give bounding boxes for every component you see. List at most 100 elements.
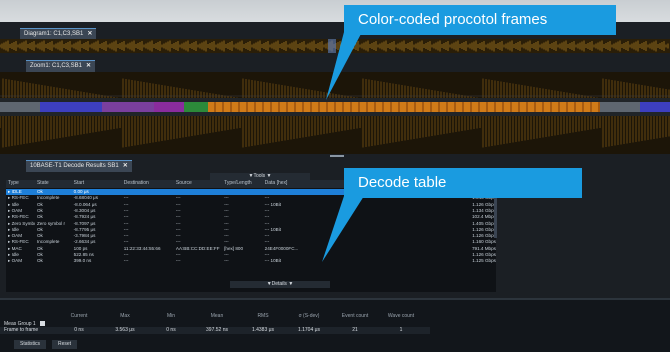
table-row[interactable]: ▸ Idle Ok -8.0.064 μs --- --- --- --- 10Bit 1.1… — [6, 202, 496, 208]
table-cell: --- — [175, 233, 181, 239]
settings-icon[interactable] — [40, 321, 46, 327]
reset-button[interactable]: Reset — [52, 340, 78, 349]
table-cell: ▸ IDLE — [8, 189, 22, 194]
measurement-value: 397.52 ns — [206, 327, 228, 333]
table-cell: --- — [175, 201, 181, 207]
table-cell — [263, 189, 319, 195]
table-cell: --- — [123, 207, 129, 213]
table-cell: 1.126 Gbps — [472, 226, 496, 232]
table-cell: ▸ Idle — [8, 201, 19, 207]
column-header[interactable]: Type — [6, 180, 35, 188]
table-cell: --- — [175, 252, 181, 257]
measurement-column-header: Min — [166, 313, 176, 319]
column-header[interactable]: State — [35, 180, 72, 188]
table-row[interactable]: ▸ RS-FEC Incomplete -2.6634 μs --- --- --- ---… — [6, 239, 496, 245]
table-row[interactable]: ▸ MAC Ok 100 ps 11:22:33:44:55:66 AA:BB:CC:D… — [6, 246, 496, 252]
table-cell: -8.7795 μs — [73, 226, 96, 232]
table-cell: --- — [123, 214, 129, 220]
table-row[interactable]: ▸ RS-FEC Ok -8.7924 μs --- --- --- --- 102.4 Mb… — [6, 214, 496, 220]
frame-grey-2[interactable] — [600, 102, 640, 112]
table-cell: --- — [123, 258, 129, 264]
table-row[interactable]: ▸ OAM Ok -8.3004 μs --- --- --- --- 1.134 Gbps — [6, 208, 496, 214]
table-cell: --- — [123, 252, 129, 257]
measurement-column-header: Mean — [210, 313, 224, 319]
close-icon[interactable]: ✕ — [123, 163, 128, 169]
measurement-value: 3.563 μs — [115, 327, 135, 333]
table-cell: -8.0.064 μs — [73, 201, 97, 207]
measurement-value: 1.1704 μs — [297, 327, 321, 333]
column-header[interactable]: Destination — [122, 180, 174, 188]
table-cell: ▸ OAM — [8, 258, 23, 264]
table-cell: Zero symbol r — [36, 220, 66, 226]
table-cell: 1.126 Gbps — [472, 252, 496, 257]
table-cell: -8.68040 μs — [73, 195, 98, 201]
time-axis — [0, 146, 670, 152]
table-cell: ▸ OAM — [8, 207, 23, 213]
details-toggle[interactable]: ▼Details ▼ — [230, 281, 330, 288]
table-cell: 1.405 Gbps — [472, 220, 496, 226]
callout-frames-pointer — [326, 32, 362, 100]
table-cell: --- — [175, 214, 181, 220]
measurement-row-label: Frame to frame — [4, 327, 39, 333]
table-row[interactable]: ▸ OAM Ok -3.7984 μs --- --- --- --- 1.126 Gbps — [6, 233, 496, 239]
splitter-handle[interactable] — [330, 155, 344, 157]
frame-oam[interactable] — [102, 102, 154, 112]
table-cell: ▸ RS-FEC — [8, 239, 29, 245]
table-cell: 0.00 μs — [73, 189, 89, 194]
table-cell: --- — [264, 207, 270, 213]
table-cell: 24E4F0000FC... — [264, 245, 299, 251]
table-cell: Ok — [36, 233, 43, 239]
table-row[interactable]: ▸ Zero Symbol Zero symbol r -8.7097 μs --- -… — [6, 221, 496, 227]
table-cell: Ok — [36, 201, 43, 207]
measurement-row[interactable]: Frame to frame 0 ns 3.563 μs 0 ns 397.52 ns… — [0, 327, 430, 334]
table-cell: 399.0 ns — [73, 258, 92, 264]
column-header[interactable]: Data [hex] — [263, 180, 319, 188]
table-cell: Incomplete — [36, 239, 60, 245]
table-cell: Ok — [36, 258, 43, 264]
table-cell: --- — [264, 220, 270, 226]
column-header[interactable]: Start — [72, 180, 122, 188]
tab-zoom1[interactable]: Zoom1: C1,C3,SB1 ✕ — [26, 60, 96, 72]
table-cell: 522.85 ns — [73, 252, 94, 257]
table-cell: 1.125 Gbps — [472, 258, 496, 264]
table-row[interactable]: ▸ Idle Ok -8.7795 μs --- --- --- --- 10Bit 1.12… — [6, 227, 496, 233]
frame-fec[interactable] — [184, 102, 208, 112]
table-cell: --- — [123, 239, 129, 245]
table-cell: --- — [264, 233, 270, 239]
close-icon[interactable]: ✕ — [86, 63, 91, 69]
panel-divider — [0, 298, 670, 300]
table-cell: --- — [123, 201, 129, 207]
column-header[interactable]: Source — [174, 180, 222, 188]
callout-frames: Color-coded procotol frames — [344, 5, 616, 35]
tab-zoom1-label: Zoom1: C1,C3,SB1 — [30, 63, 83, 69]
table-cell: --- — [224, 239, 229, 245]
measurement-column-header: Current — [70, 313, 88, 319]
frame-grey[interactable] — [0, 102, 40, 112]
table-cell: --- — [224, 226, 229, 232]
close-icon[interactable]: ✕ — [87, 31, 92, 37]
table-cell: --- — [123, 195, 129, 201]
frame-mac[interactable] — [40, 102, 102, 112]
table-cell: 1.134 Gbps — [472, 207, 496, 213]
table-cell: --- — [175, 226, 181, 232]
frame-idle-run[interactable] — [208, 102, 600, 112]
table-row[interactable]: ▸ Idle Ok 522.85 ns --- --- --- --- 1.126 Gbps — [6, 252, 496, 258]
measurement-panel: Current Max Min Mean RMS σ (S-dev) Event count… — [0, 298, 670, 352]
callout-table-pointer — [322, 196, 364, 262]
statistics-button[interactable]: Statistics — [14, 340, 47, 349]
table-cell: 100 ps — [73, 245, 88, 251]
column-header[interactable]: Type/Length — [222, 180, 263, 188]
table-cell: --- — [175, 258, 181, 264]
table-cell: 1.160 Gbps — [472, 239, 496, 245]
table-cell: -2.6634 μs — [73, 239, 96, 245]
frame-mac-2[interactable] — [640, 102, 670, 112]
table-cell: --- — [224, 233, 229, 239]
tab-decode-results[interactable]: 10BASE-T1 Decode Results SB1 ✕ — [26, 160, 132, 172]
table-row[interactable]: ▸ OAM Ok 399.0 ns --- --- --- --- 10Bit 1.125 G… — [6, 258, 496, 264]
table-cell: --- 10Bit — [264, 201, 281, 207]
frame-oam-2[interactable] — [154, 102, 184, 112]
measurement-values: 0 ns 3.563 μs 0 ns 397.52 ns 1.4383 μs 1.1704… — [56, 327, 426, 334]
table-cell: --- — [224, 252, 229, 257]
tools-toggle[interactable]: ▼Tools ▼ — [210, 173, 310, 180]
tab-decode-label: 10BASE-T1 Decode Results SB1 — [30, 163, 119, 169]
